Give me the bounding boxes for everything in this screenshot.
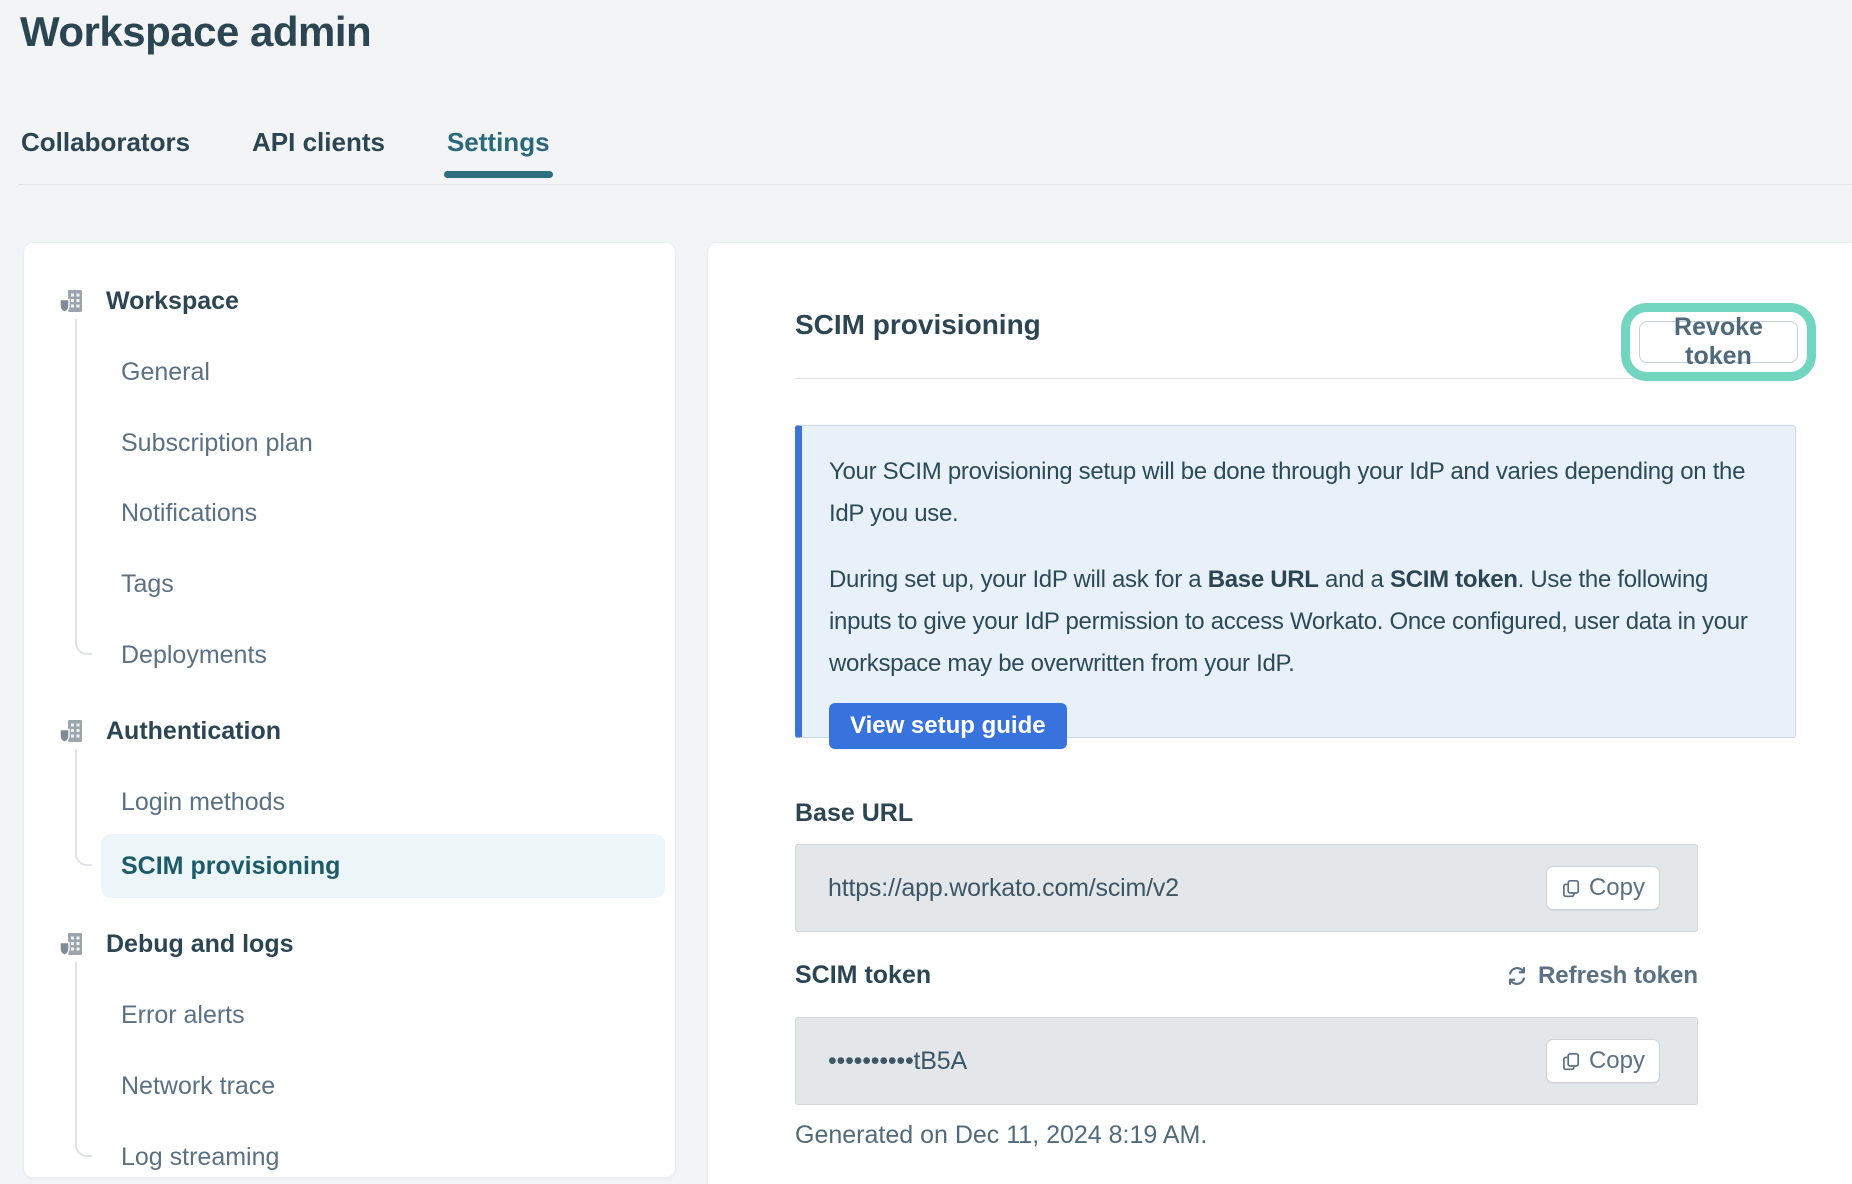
copy-button-label: Copy: [1589, 1047, 1645, 1075]
base-url-label: Base URL: [795, 799, 913, 828]
info-text-segment: and a: [1319, 566, 1390, 593]
organization-icon: [58, 288, 85, 315]
sidebar-section-label: Debug and logs: [106, 930, 294, 959]
base-url-field: https://app.workato.com/scim/v2 Copy: [795, 844, 1698, 932]
workspace-admin-screen: Workspace admin Collaborators API client…: [0, 0, 1852, 1184]
sidebar-item-deployments[interactable]: Deployments: [121, 637, 267, 673]
copy-button-label: Copy: [1589, 874, 1645, 902]
scim-token-masked-value: ••••••••••tB5A: [828, 1047, 1546, 1076]
sidebar-section-label: Authentication: [106, 717, 281, 746]
sidebar-item-subscription-plan[interactable]: Subscription plan: [121, 425, 313, 461]
token-generated-timestamp: Generated on Dec 11, 2024 8:19 AM.: [795, 1121, 1207, 1150]
info-bold-base-url: Base URL: [1208, 566, 1319, 593]
sidebar-item-error-alerts[interactable]: Error alerts: [121, 997, 245, 1033]
sidebar-section-debug-and-logs[interactable]: Debug and logs: [58, 926, 294, 962]
scim-info-callout: Your SCIM provisioning setup will be don…: [795, 425, 1796, 738]
refresh-icon: [1506, 965, 1528, 987]
sidebar-item-general[interactable]: General: [121, 354, 210, 390]
scim-token-header-row: SCIM token Refresh token: [795, 961, 1698, 990]
scim-token-field: ••••••••••tB5A Copy: [795, 1017, 1698, 1105]
sidebar-section-workspace[interactable]: Workspace: [58, 283, 239, 319]
base-url-value: https://app.workato.com/scim/v2: [828, 874, 1546, 903]
sidebar-item-notifications[interactable]: Notifications: [121, 495, 257, 531]
refresh-token-label: Refresh token: [1538, 962, 1698, 990]
sidebar-item-login-methods[interactable]: Login methods: [121, 784, 285, 820]
scim-provisioning-panel: SCIM provisioning Revoke token Your SCIM…: [707, 242, 1852, 1184]
info-paragraph: During set up, your IdP will ask for a B…: [829, 559, 1769, 685]
tree-connector: [75, 962, 92, 1157]
refresh-token-link[interactable]: Refresh token: [1506, 962, 1698, 990]
organization-icon: [58, 931, 85, 958]
sidebar-section-label: Workspace: [106, 287, 239, 316]
tab-api-clients[interactable]: API clients: [252, 127, 385, 178]
view-setup-guide-button[interactable]: View setup guide: [829, 703, 1067, 749]
tab-collaborators[interactable]: Collaborators: [21, 127, 190, 178]
copy-scim-token-button[interactable]: Copy: [1546, 1039, 1660, 1083]
settings-nav-sidebar: Workspace General Subscription plan Noti…: [23, 242, 676, 1178]
copy-icon: [1561, 878, 1581, 898]
tab-bar: Collaborators API clients Settings: [21, 127, 550, 178]
sidebar-item-network-trace[interactable]: Network trace: [121, 1068, 275, 1104]
sidebar-item-log-streaming[interactable]: Log streaming: [121, 1139, 279, 1175]
tab-settings[interactable]: Settings: [447, 127, 550, 178]
organization-icon: [58, 718, 85, 745]
info-bold-scim-token: SCIM token: [1390, 566, 1518, 593]
sidebar-section-authentication[interactable]: Authentication: [58, 713, 281, 749]
sidebar-item-tags[interactable]: Tags: [121, 566, 174, 602]
copy-base-url-button[interactable]: Copy: [1546, 866, 1660, 910]
scim-token-label: SCIM token: [795, 961, 931, 990]
tree-connector: [75, 319, 92, 655]
page-title: Workspace admin: [20, 8, 371, 56]
info-text-segment: During set up, your IdP will ask for a: [829, 566, 1208, 593]
panel-heading: SCIM provisioning: [795, 309, 1041, 341]
revoke-token-button[interactable]: Revoke token: [1639, 321, 1798, 363]
highlight-ring-annotation: Revoke token: [1621, 303, 1816, 381]
info-paragraph: Your SCIM provisioning setup will be don…: [829, 451, 1769, 535]
sidebar-item-scim-provisioning[interactable]: SCIM provisioning: [101, 834, 665, 898]
header-divider: [18, 184, 1852, 185]
copy-icon: [1561, 1051, 1581, 1071]
tree-connector: [75, 749, 92, 866]
